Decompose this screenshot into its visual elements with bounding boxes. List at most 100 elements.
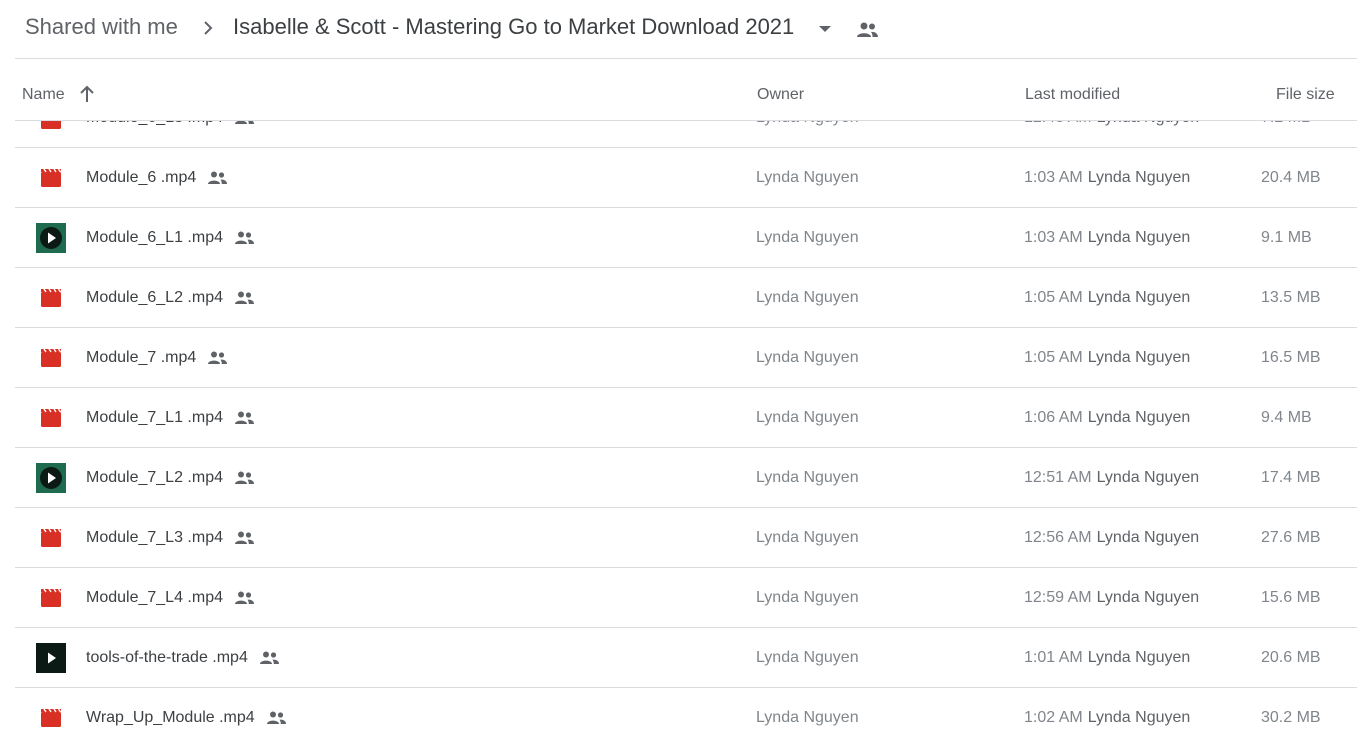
column-header-row: Name Owner Last modified File size <box>15 59 1357 121</box>
video-file-icon <box>41 588 62 607</box>
file-row[interactable]: Module_6_L1 .mp4 Lynda Nguyen 1:03 AM Lynda… <box>15 208 1357 268</box>
video-thumbnail-icon <box>36 463 66 493</box>
file-name: Module_7_L2 .mp4 <box>86 469 255 487</box>
file-row[interactable]: Module_7_L1 .mp4 Lynda Nguyen 1:06 AM Lynda… <box>15 388 1357 448</box>
file-name: Module_7_L3 .mp4 <box>86 529 255 547</box>
file-last-modified: 1:05 AM Lynda Nguyen <box>1024 289 1190 307</box>
file-owner: Lynda Nguyen <box>756 289 859 306</box>
file-last-modified: 1:01 AM Lynda Nguyen <box>1024 649 1190 667</box>
column-header-file-size: File size <box>1276 86 1335 103</box>
modified-time: 1:01 AM <box>1024 649 1083 666</box>
modified-by: Lynda Nguyen <box>1087 409 1191 426</box>
shared-people-icon <box>208 171 228 184</box>
file-owner: Lynda Nguyen <box>756 409 859 426</box>
modified-time: 12:59 AM <box>1024 589 1092 606</box>
file-owner: Lynda Nguyen <box>756 169 859 186</box>
modified-time: 12:56 AM <box>1024 529 1092 546</box>
shared-people-icon <box>208 351 228 364</box>
file-last-modified: 1:05 AM Lynda Nguyen <box>1024 349 1190 367</box>
file-name: Module_6_L2 .mp4 <box>86 289 255 307</box>
file-last-modified: 12:59 AM Lynda Nguyen <box>1024 589 1199 607</box>
column-header-owner: Owner <box>757 86 805 103</box>
modified-by: Lynda Nguyen <box>1087 229 1191 246</box>
shared-people-icon <box>259 651 279 664</box>
shared-folder-icon <box>857 22 878 37</box>
file-row[interactable]: Module_7_L3 .mp4 Lynda Nguyen 12:56 AM Lynd… <box>15 508 1357 568</box>
file-name-text: Module_6_L1 .mp4 <box>86 229 223 246</box>
file-row[interactable]: Module_6 .mp4 Lynda Nguyen 1:03 AM Lynda Ng… <box>15 148 1357 208</box>
file-size: 15.6 MB <box>1261 589 1321 606</box>
file-name: Module_6 .mp4 <box>86 169 228 187</box>
file-name-text: tools-of-the-trade .mp4 <box>86 649 248 666</box>
modified-time: 1:05 AM <box>1024 289 1083 306</box>
file-name-text: Module_7_L4 .mp4 <box>86 589 223 606</box>
modified-time: 1:05 AM <box>1024 349 1083 366</box>
file-size: 17.4 MB <box>1261 469 1321 486</box>
file-size: 20.4 MB <box>1261 169 1321 186</box>
modified-by: Lynda Nguyen <box>1087 169 1191 186</box>
modified-time: 1:06 AM <box>1024 409 1083 426</box>
shared-people-icon <box>234 531 254 544</box>
file-name: Wrap_Up_Module .mp4 <box>86 709 287 727</box>
file-size: 9.1 MB <box>1261 229 1312 246</box>
breadcrumb-shared-with-me[interactable]: Shared with me <box>25 14 178 40</box>
file-list: Module_6_L3 .mp4 Lynda Nguyen 12:48 AMLy… <box>15 88 1357 746</box>
modified-by: Lynda Nguyen <box>1087 709 1191 726</box>
video-file-icon <box>41 528 62 547</box>
column-header-name[interactable]: Name <box>22 86 65 104</box>
video-file-icon <box>41 408 62 427</box>
video-file-icon <box>41 348 62 367</box>
modified-time: 1:02 AM <box>1024 709 1083 726</box>
caret-down-icon[interactable] <box>816 22 834 36</box>
file-last-modified: 12:51 AM Lynda Nguyen <box>1024 469 1199 487</box>
file-name: tools-of-the-trade .mp4 <box>86 649 280 667</box>
file-name-text: Module_7_L1 .mp4 <box>86 409 223 426</box>
video-file-icon <box>41 168 62 187</box>
chevron-right-icon <box>204 21 213 35</box>
breadcrumb: Shared with me Isabelle & Scott - Master… <box>0 0 1357 58</box>
sort-ascending-arrow-icon[interactable] <box>77 83 97 105</box>
file-owner: Lynda Nguyen <box>756 589 859 606</box>
file-row[interactable]: Module_7_L4 .mp4 Lynda Nguyen 12:59 AM Lynd… <box>15 568 1357 628</box>
modified-by: Lynda Nguyen <box>1087 349 1191 366</box>
modified-time: 12:51 AM <box>1024 469 1092 486</box>
file-last-modified: 1:02 AM Lynda Nguyen <box>1024 709 1190 727</box>
file-size: 16.5 MB <box>1261 349 1321 366</box>
modified-by: Lynda Nguyen <box>1087 649 1191 666</box>
file-owner: Lynda Nguyen <box>756 229 859 246</box>
file-row[interactable]: Module_6_L2 .mp4 Lynda Nguyen 1:05 AM Lynda… <box>15 268 1357 328</box>
modified-by: Lynda Nguyen <box>1096 469 1200 486</box>
file-name: Module_6_L1 .mp4 <box>86 229 255 247</box>
file-row[interactable]: Wrap_Up_Module .mp4 Lynda Nguyen 1:02 AM Ly… <box>15 688 1357 746</box>
modified-by: Lynda Nguyen <box>1087 289 1191 306</box>
file-owner: Lynda Nguyen <box>756 469 859 486</box>
file-row[interactable]: tools-of-the-trade .mp4 Lynda Nguyen 1:01 … <box>15 628 1357 688</box>
file-owner: Lynda Nguyen <box>756 649 859 666</box>
column-header-last-modified[interactable]: Last modified <box>1025 86 1120 104</box>
file-size: 13.5 MB <box>1261 289 1321 306</box>
file-row[interactable]: Module_7 .mp4 Lynda Nguyen 1:05 AM Lynda Ng… <box>15 328 1357 388</box>
file-name-text: Module_6_L2 .mp4 <box>86 289 223 306</box>
file-name: Module_7 .mp4 <box>86 349 228 367</box>
file-size: 20.6 MB <box>1261 649 1321 666</box>
file-size: 27.6 MB <box>1261 529 1321 546</box>
file-name-text: Module_7 .mp4 <box>86 349 197 366</box>
file-owner: Lynda Nguyen <box>756 709 859 726</box>
file-name: Module_7_L1 .mp4 <box>86 409 255 427</box>
shared-people-icon <box>234 231 254 244</box>
file-last-modified: 1:06 AM Lynda Nguyen <box>1024 409 1190 427</box>
file-name-text: Module_6 .mp4 <box>86 169 197 186</box>
modified-by: Lynda Nguyen <box>1096 529 1200 546</box>
file-size: 30.2 MB <box>1261 709 1321 726</box>
breadcrumb-current-folder[interactable]: Isabelle & Scott - Mastering Go to Marke… <box>233 14 794 40</box>
video-thumbnail-icon <box>36 223 66 253</box>
shared-people-icon <box>234 291 254 304</box>
file-last-modified: 1:03 AM Lynda Nguyen <box>1024 169 1190 187</box>
shared-people-icon <box>234 471 254 484</box>
file-last-modified: 12:56 AM Lynda Nguyen <box>1024 529 1199 547</box>
file-last-modified: 1:03 AM Lynda Nguyen <box>1024 229 1190 247</box>
modified-time: 1:03 AM <box>1024 229 1083 246</box>
file-row[interactable]: Module_7_L2 .mp4 Lynda Nguyen 12:51 AM Lynd… <box>15 448 1357 508</box>
file-name: Module_7_L4 .mp4 <box>86 589 255 607</box>
file-name-text: Module_7_L2 .mp4 <box>86 469 223 486</box>
